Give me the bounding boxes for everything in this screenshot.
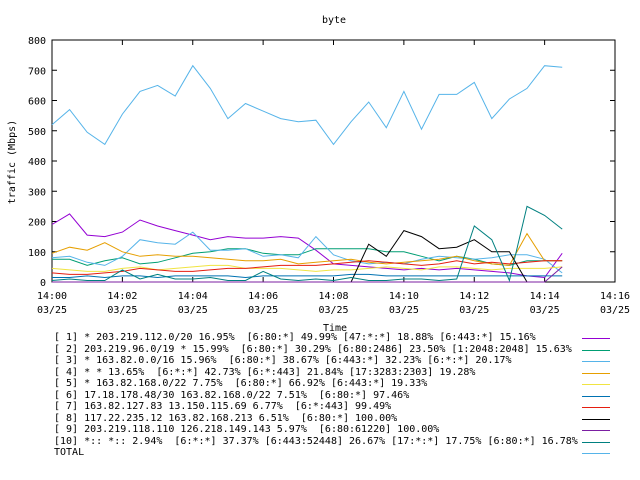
y-tick-label: 800	[28, 36, 46, 47]
legend-swatch	[582, 349, 610, 351]
chart-title: byte	[322, 15, 346, 26]
legend-entry: [10] *:: *:: 2.94% [6:*:*] 37.37% [6:443…	[54, 436, 640, 448]
x-tick-label-time: 14:14	[530, 291, 560, 302]
legend-swatch	[582, 338, 610, 339]
legend-swatch	[582, 453, 610, 454]
x-tick-label-time: 14:06	[248, 291, 278, 302]
x-tick-label-date: 03/25	[178, 305, 208, 316]
legend-entry: [ 5] * 163.82.168.0/22 7.75% [6:80:*] 66…	[54, 378, 640, 390]
y-tick-label: 300	[28, 187, 46, 198]
x-tick-label-time: 14:04	[178, 291, 208, 302]
legend-entry: [ 9] 203.219.118.110 126.218.149.143 5.9…	[54, 424, 640, 436]
legend-swatch	[582, 372, 610, 374]
legend-label: [ 5] * 163.82.168.0/22 7.75% [6:80:*] 66…	[54, 378, 428, 389]
x-tick-label-date: 03/25	[107, 305, 137, 316]
x-tick-label-date: 03/25	[459, 305, 489, 316]
y-axis-label: traffic (Mbps)	[7, 120, 18, 204]
x-tick-label-date: 03/25	[248, 305, 278, 316]
x-tick-label-time: 14:00	[37, 291, 67, 302]
y-tick-label: 0	[40, 278, 46, 289]
x-tick-label-date: 03/25	[318, 305, 348, 316]
legend-swatch	[582, 361, 610, 362]
y-tick-label: 200	[28, 218, 46, 229]
legend-swatch	[582, 441, 610, 443]
legend-swatch	[582, 430, 610, 431]
legend-entry: TOTAL	[54, 447, 640, 459]
legend-label: [ 3] * 163.82.0.0/16 15.96% [6:80:*] 38.…	[54, 355, 512, 366]
legend-label: [ 2] 203.219.96.0/19 * 15.99% [6:80:*] 3…	[54, 343, 572, 355]
x-tick-label-time: 14:02	[107, 291, 137, 302]
x-tick-label-date: 03/25	[530, 305, 560, 316]
plot-frame	[51, 39, 616, 283]
legend: [ 1] * 203.219.112.0/20 16.95% [6:80:*] …	[54, 332, 640, 459]
x-tick-label-time: 14:08	[318, 291, 348, 302]
series-line-8	[52, 230, 563, 283]
x-tick-label-date: 03/25	[600, 305, 630, 316]
legend-entry: [ 7] 163.82.127.83 13.150.115.69 6.77% […	[54, 401, 640, 413]
legend-entry: [ 2] 203.219.96.0/19 * 15.99% [6:80:*] 3…	[54, 344, 640, 356]
y-tick-label: 700	[28, 66, 46, 77]
legend-swatch	[582, 395, 610, 397]
legend-entry: [ 4] * * 13.65% [6:*:*] 42.73% [6:*:443]…	[54, 367, 640, 379]
series-line-3	[51, 231, 563, 274]
y-tick-label: 100	[28, 248, 46, 259]
legend-label: [ 8] 117.22.235.12 163.82.168.213 6.51% …	[54, 412, 398, 424]
x-tick-label-date: 03/25	[389, 305, 419, 316]
series-line-6	[52, 273, 563, 279]
plot-area: 0 100 200 300 400 500 600 700 800 14:00 03/25 14:02…	[28, 36, 630, 316]
x-tick-label-time: 14:10	[389, 291, 419, 302]
y-tick-label: 500	[28, 127, 46, 138]
legend-entry: [ 3] * 163.82.0.0/16 15.96% [6:80:*] 38.…	[54, 355, 640, 367]
legend-label: [ 7] 163.82.127.83 13.150.115.69 6.77% […	[54, 401, 392, 412]
legend-label: TOTAL	[54, 447, 85, 458]
legend-swatch	[582, 384, 610, 385]
legend-label: [ 9] 203.219.118.110 126.218.149.143 5.9…	[54, 424, 440, 435]
y-tick-label: 600	[28, 97, 46, 108]
series-line-total	[51, 64, 563, 146]
legend-entry: [ 1] * 203.219.112.0/20 16.95% [6:80:*] …	[54, 332, 640, 344]
legend-label: [10] *:: *:: 2.94% [6:*:*] 37.37% [6:443…	[54, 435, 578, 447]
legend-label: [ 1] * 203.219.112.0/20 16.95% [6:80:*] …	[54, 332, 536, 343]
y-tick-label: 400	[28, 157, 46, 168]
legend-swatch	[582, 407, 610, 408]
x-tick-label-date: 03/25	[37, 305, 67, 316]
legend-swatch	[582, 418, 610, 420]
legend-label: [ 4] * * 13.65% [6:*:*] 42.73% [6:*:443]…	[54, 366, 476, 378]
legend-entry: [ 6] 17.18.178.48/30 163.82.168.0/22 7.5…	[54, 390, 640, 402]
series-line-4	[51, 232, 563, 266]
legend-label: [ 6] 17.18.178.48/30 163.82.168.0/22 7.5…	[54, 389, 410, 401]
legend-entry: [ 8] 117.22.235.12 163.82.168.213 6.51% …	[54, 413, 640, 425]
x-tick-label-time: 14:16	[600, 291, 630, 302]
x-tick-label-time: 14:12	[459, 291, 489, 302]
